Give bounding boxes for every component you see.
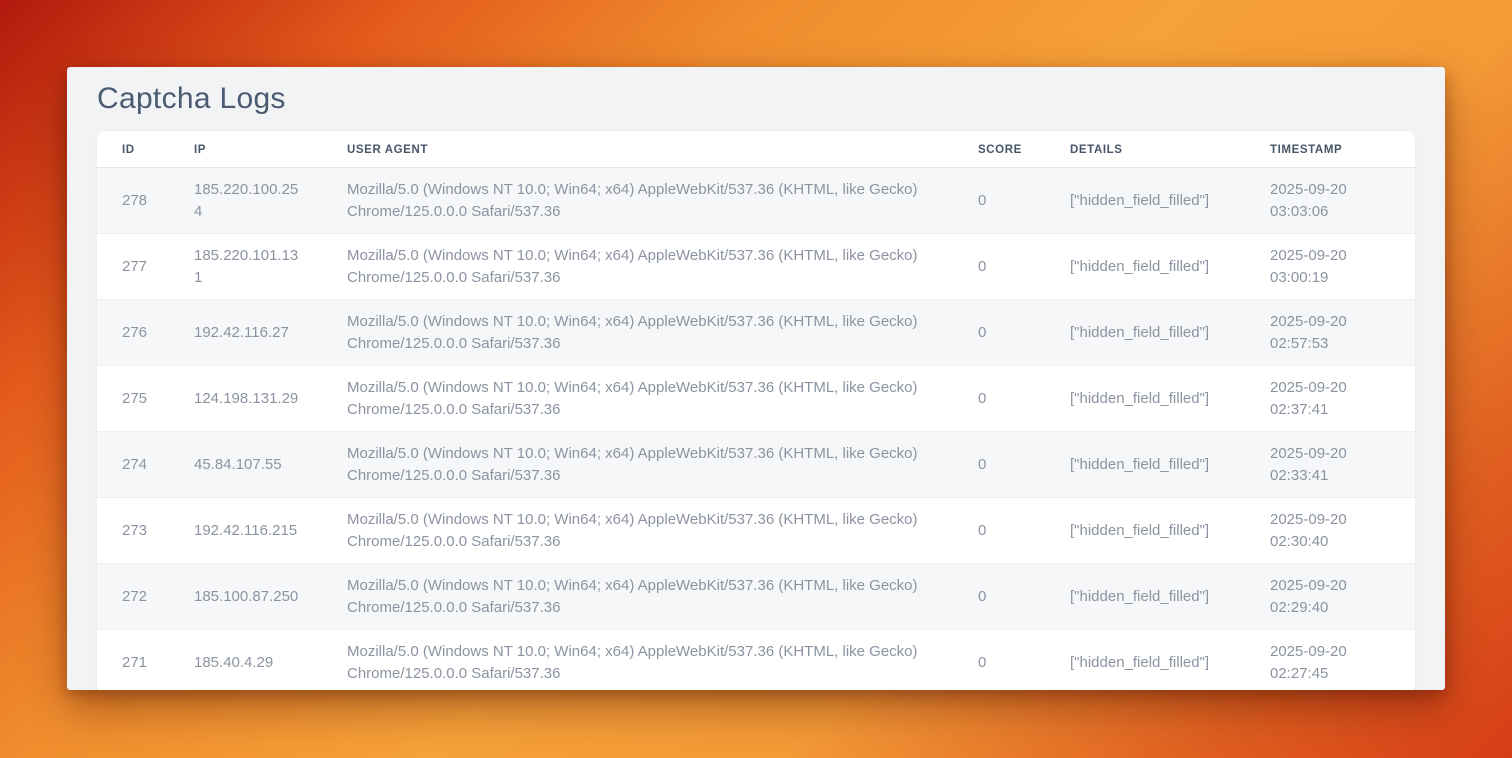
cell-timestamp: 2025-09-20 02:30:40 [1245,498,1415,564]
table-row: 274 45.84.107.55 Mozilla/5.0 (Windows NT… [97,432,1415,498]
cell-timestamp: 2025-09-20 02:37:41 [1245,366,1415,432]
cell-id: 276 [97,300,169,366]
cell-user-agent: Mozilla/5.0 (Windows NT 10.0; Win64; x64… [322,432,953,498]
captcha-logs-card: Captcha Logs ID IP USER AGENT SCORE DETA… [67,67,1445,690]
column-header-ip: IP [169,131,322,168]
table-body: 278 185.220.100.254 Mozilla/5.0 (Windows… [97,168,1415,691]
cell-timestamp: 2025-09-20 02:57:53 [1245,300,1415,366]
cell-details: ["hidden_field_filled"] [1045,366,1245,432]
cell-details: ["hidden_field_filled"] [1045,498,1245,564]
cell-timestamp: 2025-09-20 02:29:40 [1245,564,1415,630]
column-header-id: ID [97,131,169,168]
cell-details: ["hidden_field_filled"] [1045,432,1245,498]
column-header-timestamp: TIMESTAMP [1245,131,1415,168]
table-row: 271 185.40.4.29 Mozilla/5.0 (Windows NT … [97,630,1415,691]
cell-ip: 192.42.116.215 [169,498,322,564]
header-row: ID IP USER AGENT SCORE DETAILS TIMESTAMP [97,131,1415,168]
cell-id: 273 [97,498,169,564]
captcha-logs-table: ID IP USER AGENT SCORE DETAILS TIMESTAMP… [97,131,1415,690]
cell-ip: 185.40.4.29 [169,630,322,691]
cell-id: 272 [97,564,169,630]
cell-user-agent: Mozilla/5.0 (Windows NT 10.0; Win64; x64… [322,234,953,300]
cell-details: ["hidden_field_filled"] [1045,234,1245,300]
logs-table-container: ID IP USER AGENT SCORE DETAILS TIMESTAMP… [97,131,1415,690]
cell-score: 0 [953,432,1045,498]
cell-id: 278 [97,168,169,234]
cell-timestamp: 2025-09-20 02:27:45 [1245,630,1415,691]
table-header: ID IP USER AGENT SCORE DETAILS TIMESTAMP [97,131,1415,168]
cell-details: ["hidden_field_filled"] [1045,300,1245,366]
cell-details: ["hidden_field_filled"] [1045,630,1245,691]
cell-ip: 185.220.100.254 [169,168,322,234]
page-title: Captcha Logs [67,67,1445,117]
cell-user-agent: Mozilla/5.0 (Windows NT 10.0; Win64; x64… [322,630,953,691]
cell-timestamp: 2025-09-20 03:00:19 [1245,234,1415,300]
table-row: 278 185.220.100.254 Mozilla/5.0 (Windows… [97,168,1415,234]
cell-ip: 185.220.101.131 [169,234,322,300]
table-row: 275 124.198.131.29 Mozilla/5.0 (Windows … [97,366,1415,432]
cell-ip: 185.100.87.250 [169,564,322,630]
cell-score: 0 [953,630,1045,691]
cell-id: 274 [97,432,169,498]
column-header-score: SCORE [953,131,1045,168]
cell-user-agent: Mozilla/5.0 (Windows NT 10.0; Win64; x64… [322,366,953,432]
table-row: 273 192.42.116.215 Mozilla/5.0 (Windows … [97,498,1415,564]
cell-ip: 192.42.116.27 [169,300,322,366]
table-row: 276 192.42.116.27 Mozilla/5.0 (Windows N… [97,300,1415,366]
cell-user-agent: Mozilla/5.0 (Windows NT 10.0; Win64; x64… [322,564,953,630]
table-row: 272 185.100.87.250 Mozilla/5.0 (Windows … [97,564,1415,630]
cell-user-agent: Mozilla/5.0 (Windows NT 10.0; Win64; x64… [322,168,953,234]
cell-user-agent: Mozilla/5.0 (Windows NT 10.0; Win64; x64… [322,300,953,366]
cell-score: 0 [953,366,1045,432]
cell-score: 0 [953,168,1045,234]
table-row: 277 185.220.101.131 Mozilla/5.0 (Windows… [97,234,1415,300]
cell-timestamp: 2025-09-20 02:33:41 [1245,432,1415,498]
column-header-details: DETAILS [1045,131,1245,168]
cell-ip: 45.84.107.55 [169,432,322,498]
cell-score: 0 [953,300,1045,366]
cell-id: 271 [97,630,169,691]
cell-id: 277 [97,234,169,300]
column-header-user-agent: USER AGENT [322,131,953,168]
cell-ip: 124.198.131.29 [169,366,322,432]
cell-details: ["hidden_field_filled"] [1045,168,1245,234]
cell-user-agent: Mozilla/5.0 (Windows NT 10.0; Win64; x64… [322,498,953,564]
cell-score: 0 [953,564,1045,630]
cell-score: 0 [953,498,1045,564]
cell-timestamp: 2025-09-20 03:03:06 [1245,168,1415,234]
cell-details: ["hidden_field_filled"] [1045,564,1245,630]
cell-id: 275 [97,366,169,432]
cell-score: 0 [953,234,1045,300]
page-background: { "page": { "title": "Captcha Logs" }, "… [0,0,1512,758]
